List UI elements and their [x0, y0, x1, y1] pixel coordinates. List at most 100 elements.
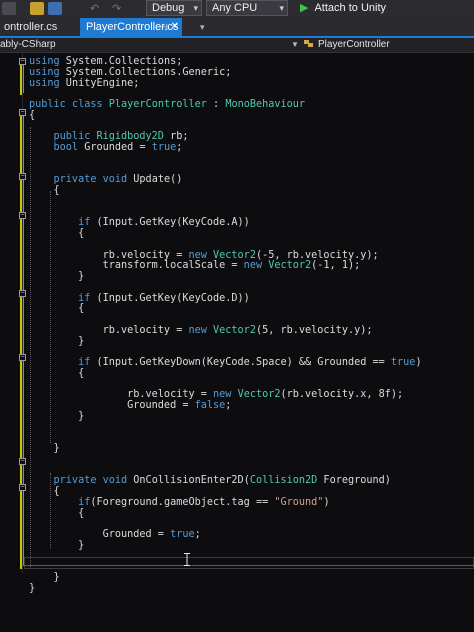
code-line[interactable]: private void OnCollisionEnter2D(Collisio…: [29, 475, 391, 487]
code-token: Grounded =: [29, 400, 195, 411]
code-line[interactable]: {: [29, 185, 60, 197]
code-line[interactable]: {: [29, 228, 84, 240]
code-line[interactable]: }: [29, 540, 84, 552]
code-token: ;: [176, 142, 183, 153]
code-token: (Input.GetKey(KeyCode.A)): [90, 217, 250, 229]
code-token: new: [188, 324, 207, 336]
chevron-down-icon: ▾: [193, 3, 198, 13]
fold-line: [23, 61, 24, 93]
code-token: UnityEngine;: [59, 77, 140, 89]
code-token: {: [29, 185, 60, 196]
code-token: (Foreground.gameObject.tag ==: [90, 496, 275, 508]
code-token: PlayerController: [108, 99, 207, 110]
save-icon[interactable]: [48, 2, 62, 15]
code-token: {: [29, 303, 85, 315]
attach-to-unity-button[interactable]: ▶ Attach to Unity: [300, 0, 386, 16]
code-token: Vector2: [237, 389, 281, 401]
project-dropdown[interactable]: ably-CSharp: [0, 38, 56, 52]
code-token: Vector2: [268, 260, 312, 272]
code-token: private: [29, 475, 103, 487]
code-token: Foreground): [317, 475, 391, 487]
code-line[interactable]: }: [29, 411, 84, 423]
code-editor[interactable]: − − − − − − − − using System.Collections…: [0, 53, 474, 632]
code-token: public: [29, 131, 97, 143]
code-line[interactable]: using UnityEngine;: [29, 78, 139, 90]
play-icon: ▶: [300, 2, 309, 14]
class-name: PlayerController: [318, 39, 390, 50]
code-token: ): [323, 496, 330, 508]
code-token: (Input.GetKey(KeyCode.D)): [90, 292, 250, 304]
code-token: {: [29, 367, 85, 379]
collapse-icon[interactable]: −: [19, 290, 26, 297]
code-line[interactable]: {: [29, 368, 84, 380]
code-token: {: [29, 109, 36, 121]
code-token: }: [29, 572, 60, 583]
collapse-icon[interactable]: −: [19, 173, 26, 180]
close-icon[interactable]: ✕: [171, 18, 179, 36]
code-line[interactable]: bool Grounded = true;: [29, 142, 183, 154]
code-token: Vector2: [213, 249, 256, 261]
code-line[interactable]: {: [29, 303, 84, 315]
fold-line: [23, 114, 24, 566]
nav-back-icon[interactable]: [2, 2, 16, 15]
collapse-icon[interactable]: −: [19, 484, 26, 491]
platform-combo[interactable]: Any CPU ▾: [206, 0, 288, 16]
code-token: using: [29, 56, 60, 67]
code-token: false: [194, 400, 226, 411]
code-token: using: [29, 77, 60, 89]
tab-overflow-icon[interactable]: ▾: [200, 18, 205, 36]
code-line[interactable]: }: [29, 336, 84, 348]
editor-bottom-edge: [22, 565, 474, 566]
collapse-icon[interactable]: −: [19, 58, 26, 65]
code-token: new: [213, 389, 232, 401]
platform-value: Any CPU: [212, 2, 258, 14]
code-token: new: [243, 260, 263, 272]
code-token: using: [29, 66, 60, 78]
chevron-down-icon: ▾: [279, 3, 284, 13]
code-token: Rigidbody2D: [96, 131, 164, 143]
code-line[interactable]: if (Input.GetKeyDown(KeyCode.Space) && G…: [29, 357, 422, 369]
document-tabs: ontroller.cs PlayerController.cs ⊣ ✕ ▾: [0, 18, 474, 38]
code-line[interactable]: }: [29, 271, 84, 283]
code-token: }: [29, 582, 36, 594]
code-token: {: [29, 228, 85, 239]
tab-player-controller-cs[interactable]: PlayerController.cs ⊣ ✕: [80, 18, 182, 36]
pin-icon[interactable]: ⊣: [160, 18, 168, 36]
collapse-icon[interactable]: −: [19, 354, 26, 361]
code-token: if: [29, 357, 91, 368]
code-token: Update(): [127, 174, 183, 186]
configuration-combo[interactable]: Debug ▾: [146, 0, 202, 16]
code-token: "Ground": [274, 496, 324, 508]
code-token: System.Collections;: [59, 56, 183, 67]
code-token: if: [29, 496, 91, 508]
code-line[interactable]: {: [29, 508, 84, 520]
code-token: void: [102, 174, 128, 186]
collapse-icon[interactable]: −: [19, 458, 26, 465]
code-token: {: [29, 507, 85, 519]
code-token: rb.velocity =: [29, 249, 189, 261]
toolbar: ↶ ↷ Debug ▾ Any CPU ▾ ▶ Attach to Unity: [0, 0, 474, 18]
tab-controller-cs[interactable]: ontroller.cs: [0, 18, 61, 36]
code-token: ): [415, 357, 422, 368]
collapse-icon[interactable]: −: [19, 212, 26, 219]
code-token: rb.velocity =: [29, 389, 214, 401]
chevron-down-icon[interactable]: ▼: [291, 38, 299, 52]
code-token: Grounded =: [78, 142, 152, 153]
code-line[interactable]: }: [29, 443, 60, 455]
code-token: bool: [29, 142, 79, 153]
redo-icon[interactable]: ↷: [112, 2, 126, 15]
code-line[interactable]: {: [29, 110, 35, 122]
code-token: if: [29, 292, 91, 304]
undo-icon[interactable]: ↶: [90, 2, 104, 15]
collapse-icon[interactable]: −: [19, 109, 26, 116]
code-line[interactable]: }: [29, 583, 35, 595]
save-all-icon[interactable]: [30, 2, 44, 15]
code-token: (rb.velocity.x, 8f);: [280, 389, 404, 401]
code-token: new: [188, 249, 207, 261]
code-token: Vector2: [213, 324, 256, 336]
code-token: class: [71, 99, 103, 110]
code-line[interactable]: public class PlayerController : MonoBeha…: [29, 99, 305, 111]
class-dropdown[interactable]: PlayerController: [304, 38, 474, 52]
code-token: OnCollisionEnter2D(: [127, 475, 250, 487]
code-token: if: [29, 217, 91, 229]
